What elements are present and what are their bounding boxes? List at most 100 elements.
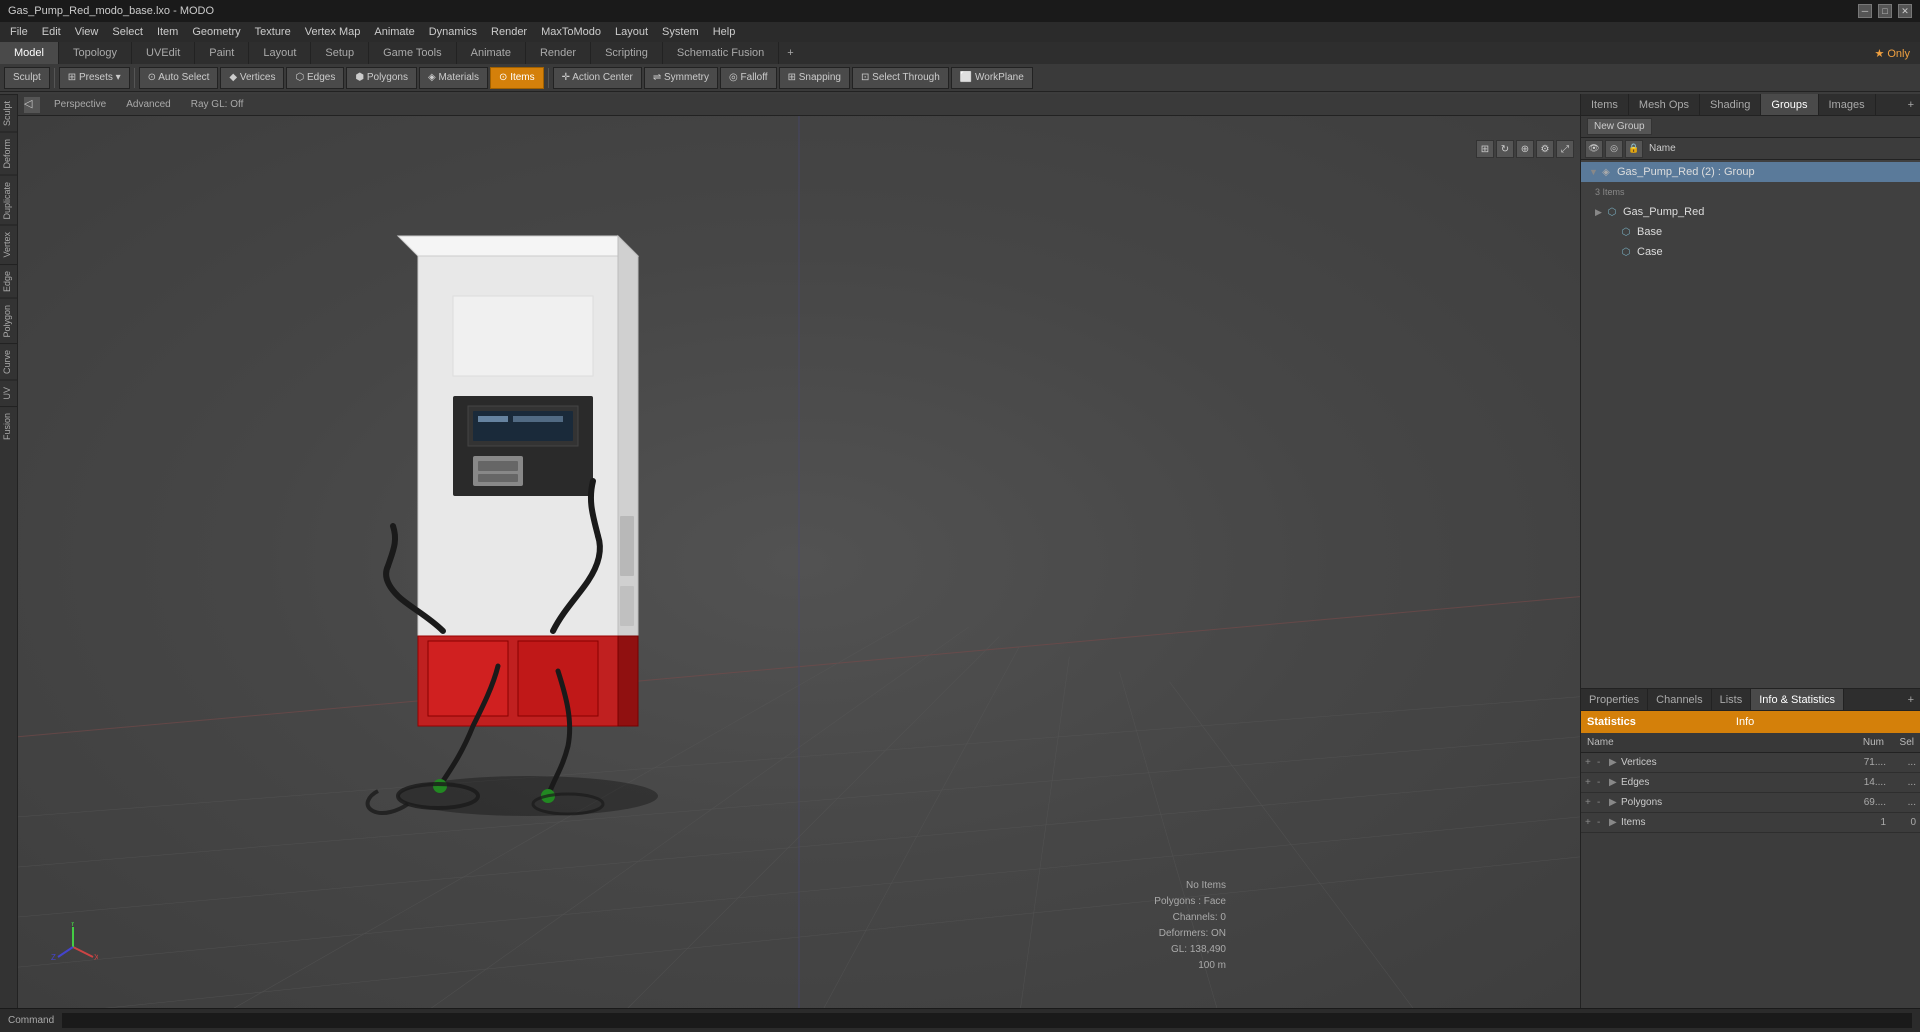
viewport-nav-left[interactable]: ◁ <box>24 97 40 113</box>
items-button[interactable]: ⊙ Items <box>490 67 544 89</box>
tree-item-base[interactable]: ⬡ Base <box>1581 222 1920 242</box>
stats-dash-vertices[interactable]: - <box>1597 757 1609 768</box>
minimize-button[interactable]: ─ <box>1858 4 1872 18</box>
sidebar-tab-duplicate[interactable]: Duplicate <box>0 175 17 226</box>
right-tab-shading[interactable]: Shading <box>1700 94 1761 115</box>
stats-tri-items[interactable]: ▶ <box>1609 817 1621 828</box>
menu-file[interactable]: File <box>4 24 34 40</box>
vp-maximize-icon[interactable]: ⤢ <box>1556 140 1574 158</box>
viewport-perspective[interactable]: Perspective <box>48 97 112 112</box>
stats-dash-polygons[interactable]: - <box>1597 797 1609 808</box>
tab-layout[interactable]: Layout <box>249 42 311 64</box>
vertices-button[interactable]: ◆ Vertices <box>220 67 284 89</box>
bottom-tab-properties[interactable]: Properties <box>1581 689 1648 710</box>
right-tab-images[interactable]: Images <box>1819 94 1876 115</box>
viewport-advanced[interactable]: Advanced <box>120 97 176 112</box>
bottom-tab-channels[interactable]: Channels <box>1648 689 1711 710</box>
menu-maxtomodo[interactable]: MaxToModo <box>535 24 607 40</box>
bottom-tab-lists[interactable]: Lists <box>1712 689 1752 710</box>
symmetry-button[interactable]: ⇌ Symmetry <box>644 67 718 89</box>
stats-plus-edges[interactable]: + <box>1585 777 1597 788</box>
sidebar-tab-curve[interactable]: Curve <box>0 343 17 380</box>
sidebar-tab-uv[interactable]: UV <box>0 380 17 406</box>
auto-select-button[interactable]: ⊙ Auto Select <box>139 67 219 89</box>
sidebar-tab-deform[interactable]: Deform <box>0 132 17 175</box>
tree-item-gas-pump-red[interactable]: ▶ ⬡ Gas_Pump_Red <box>1581 202 1920 222</box>
viewport-nav-icons: ⊞ ↻ ⊕ ⚙ ⤢ <box>1474 138 1576 160</box>
action-center-button[interactable]: ✛ Action Center <box>553 67 642 89</box>
menu-item[interactable]: Item <box>151 24 184 40</box>
maximize-button[interactable]: □ <box>1878 4 1892 18</box>
group-icon-render[interactable]: ◎ <box>1605 140 1623 158</box>
tab-topology[interactable]: Topology <box>59 42 132 64</box>
presets-button[interactable]: ⊞ Presets ▾ <box>59 67 130 89</box>
stats-tri-polygons[interactable]: ▶ <box>1609 797 1621 808</box>
stats-dash-items[interactable]: - <box>1597 817 1609 828</box>
tab-game-tools[interactable]: Game Tools <box>369 42 457 64</box>
sidebar-tab-fusion[interactable]: Fusion <box>0 406 17 446</box>
falloff-button[interactable]: ◎ Falloff <box>720 67 777 89</box>
polygons-button[interactable]: ⬢ Polygons <box>346 67 417 89</box>
right-tab-items[interactable]: Items <box>1581 94 1629 115</box>
stats-tri-edges[interactable]: ▶ <box>1609 777 1621 788</box>
materials-button[interactable]: ◈ Materials <box>419 67 488 89</box>
menu-vertex-map[interactable]: Vertex Map <box>299 24 367 40</box>
sidebar-tab-edge[interactable]: Edge <box>0 264 17 298</box>
scene-tree[interactable]: ▼ ◈ Gas_Pump_Red (2) : Group 3 Items ▶ ⬡… <box>1581 160 1920 688</box>
sidebar-tab-vertex[interactable]: Vertex <box>0 225 17 264</box>
menu-help[interactable]: Help <box>707 24 742 40</box>
menu-dynamics[interactable]: Dynamics <box>423 24 483 40</box>
tab-add-button[interactable]: + <box>779 42 801 64</box>
menu-layout[interactable]: Layout <box>609 24 654 40</box>
tab-paint[interactable]: Paint <box>195 42 249 64</box>
right-tab-add[interactable]: + <box>1902 94 1920 115</box>
group-icon-eye[interactable]: 👁 <box>1585 140 1603 158</box>
sidebar-tab-sculpt[interactable]: Sculpt <box>0 94 17 132</box>
menu-render[interactable]: Render <box>485 24 533 40</box>
stats-dash-edges[interactable]: - <box>1597 777 1609 788</box>
stats-plus-items[interactable]: + <box>1585 817 1597 828</box>
group-icon-lock[interactable]: 🔒 <box>1625 140 1643 158</box>
close-button[interactable]: ✕ <box>1898 4 1912 18</box>
tab-animate[interactable]: Animate <box>457 42 526 64</box>
tab-schematic-fusion[interactable]: Schematic Fusion <box>663 42 779 64</box>
vp-home-icon[interactable]: ⊞ <box>1476 140 1494 158</box>
bottom-tab-info-stats[interactable]: Info & Statistics <box>1751 689 1844 710</box>
scene-area[interactable]: X Y Z ⊞ ↻ ⊕ ⚙ ⤢ No Items Polygons : Face… <box>18 116 1580 1008</box>
snapping-button[interactable]: ⊞ Snapping <box>779 67 850 89</box>
sidebar-tab-polygon[interactable]: Polygon <box>0 298 17 344</box>
tab-model[interactable]: Model <box>0 42 59 64</box>
stats-tri-vertices[interactable]: ▶ <box>1609 757 1621 768</box>
tab-scripting[interactable]: Scripting <box>591 42 663 64</box>
new-group-button[interactable]: New Group <box>1587 118 1652 135</box>
tree-item-gas-pump-group[interactable]: ▼ ◈ Gas_Pump_Red (2) : Group <box>1581 162 1920 182</box>
tab-setup[interactable]: Setup <box>311 42 369 64</box>
sculpt-button[interactable]: Sculpt <box>4 67 50 89</box>
select-through-button[interactable]: ⊡ Select Through <box>852 67 949 89</box>
command-input[interactable] <box>62 1013 1912 1028</box>
vp-refresh-icon[interactable]: ↻ <box>1496 140 1514 158</box>
tab-render[interactable]: Render <box>526 42 591 64</box>
tab-uvedit[interactable]: UVEdit <box>132 42 195 64</box>
stats-plus-polygons[interactable]: + <box>1585 797 1597 808</box>
menu-geometry[interactable]: Geometry <box>186 24 246 40</box>
edges-button[interactable]: ⬡ Edges <box>286 67 344 89</box>
right-tab-mesh-ops[interactable]: Mesh Ops <box>1629 94 1700 115</box>
menu-select[interactable]: Select <box>106 24 149 40</box>
menu-edit[interactable]: Edit <box>36 24 67 40</box>
vp-zoom-icon[interactable]: ⊕ <box>1516 140 1534 158</box>
workplane-button[interactable]: ⬜ WorkPlane <box>951 67 1033 89</box>
menu-texture[interactable]: Texture <box>249 24 297 40</box>
tree-item-case[interactable]: ⬡ Case <box>1581 242 1920 262</box>
viewport[interactable]: ◁ Perspective Advanced Ray GL: Off <box>18 94 1580 1008</box>
bottom-tab-add[interactable]: + <box>1902 689 1920 710</box>
menu-system[interactable]: System <box>656 24 705 40</box>
right-tab-groups[interactable]: Groups <box>1761 94 1818 115</box>
left-sidebar: Sculpt Deform Duplicate Vertex Edge Poly… <box>0 94 18 1008</box>
stats-plus-vertices[interactable]: + <box>1585 757 1597 768</box>
menu-animate[interactable]: Animate <box>368 24 420 40</box>
vp-settings-icon[interactable]: ⚙ <box>1536 140 1554 158</box>
viewport-ray-gl[interactable]: Ray GL: Off <box>185 97 250 112</box>
stats-label-items: Items <box>1621 817 1846 828</box>
menu-view[interactable]: View <box>69 24 105 40</box>
